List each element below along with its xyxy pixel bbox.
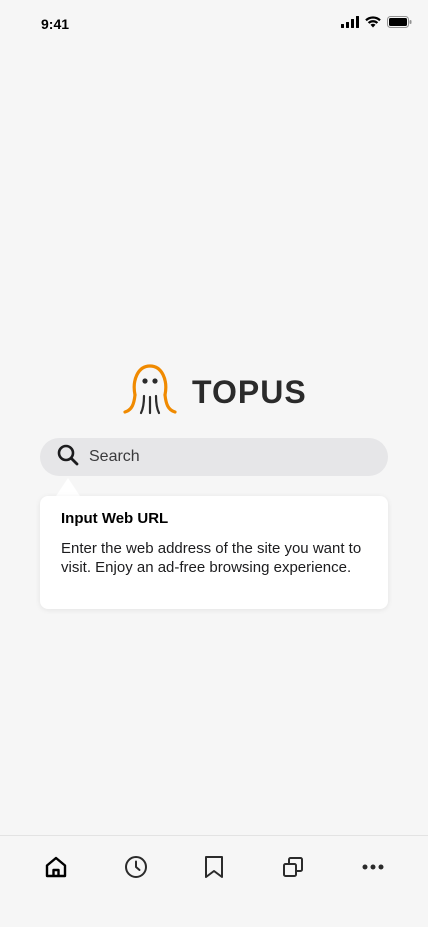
- brand-name: TOPUS: [192, 374, 307, 410]
- tooltip-arrow: [56, 478, 80, 496]
- cellular-signal-icon: [341, 15, 359, 33]
- history-icon: [124, 855, 148, 884]
- search-placeholder: Search: [89, 448, 140, 465]
- tab-tabs[interactable]: [277, 853, 309, 885]
- tab-more[interactable]: [357, 853, 389, 885]
- onboarding-tooltip: Input Web URL Enter the web address of t…: [40, 496, 388, 609]
- tooltip-body: Enter the web address of the site you wa…: [61, 540, 362, 576]
- tab-home[interactable]: [40, 853, 72, 885]
- more-icon: [361, 855, 385, 884]
- tooltip-title: Input Web URL: [61, 510, 169, 527]
- bookmark-icon: [203, 855, 225, 884]
- wifi-icon: [365, 15, 381, 33]
- status-bar: 9:41: [0, 0, 428, 46]
- tabs-icon: [281, 855, 305, 884]
- brand-logo: TOPUS: [122, 362, 307, 421]
- octopus-logo-icon: [122, 362, 178, 421]
- search-input[interactable]: Search: [40, 438, 388, 476]
- status-time: 9:41: [41, 16, 70, 32]
- tab-bookmarks[interactable]: [198, 853, 230, 885]
- home-icon: [44, 855, 68, 884]
- search-icon: [57, 444, 79, 471]
- tab-history[interactable]: [120, 853, 152, 885]
- status-icons: [341, 15, 412, 33]
- tab-bar: [0, 835, 428, 927]
- battery-icon: [387, 15, 412, 33]
